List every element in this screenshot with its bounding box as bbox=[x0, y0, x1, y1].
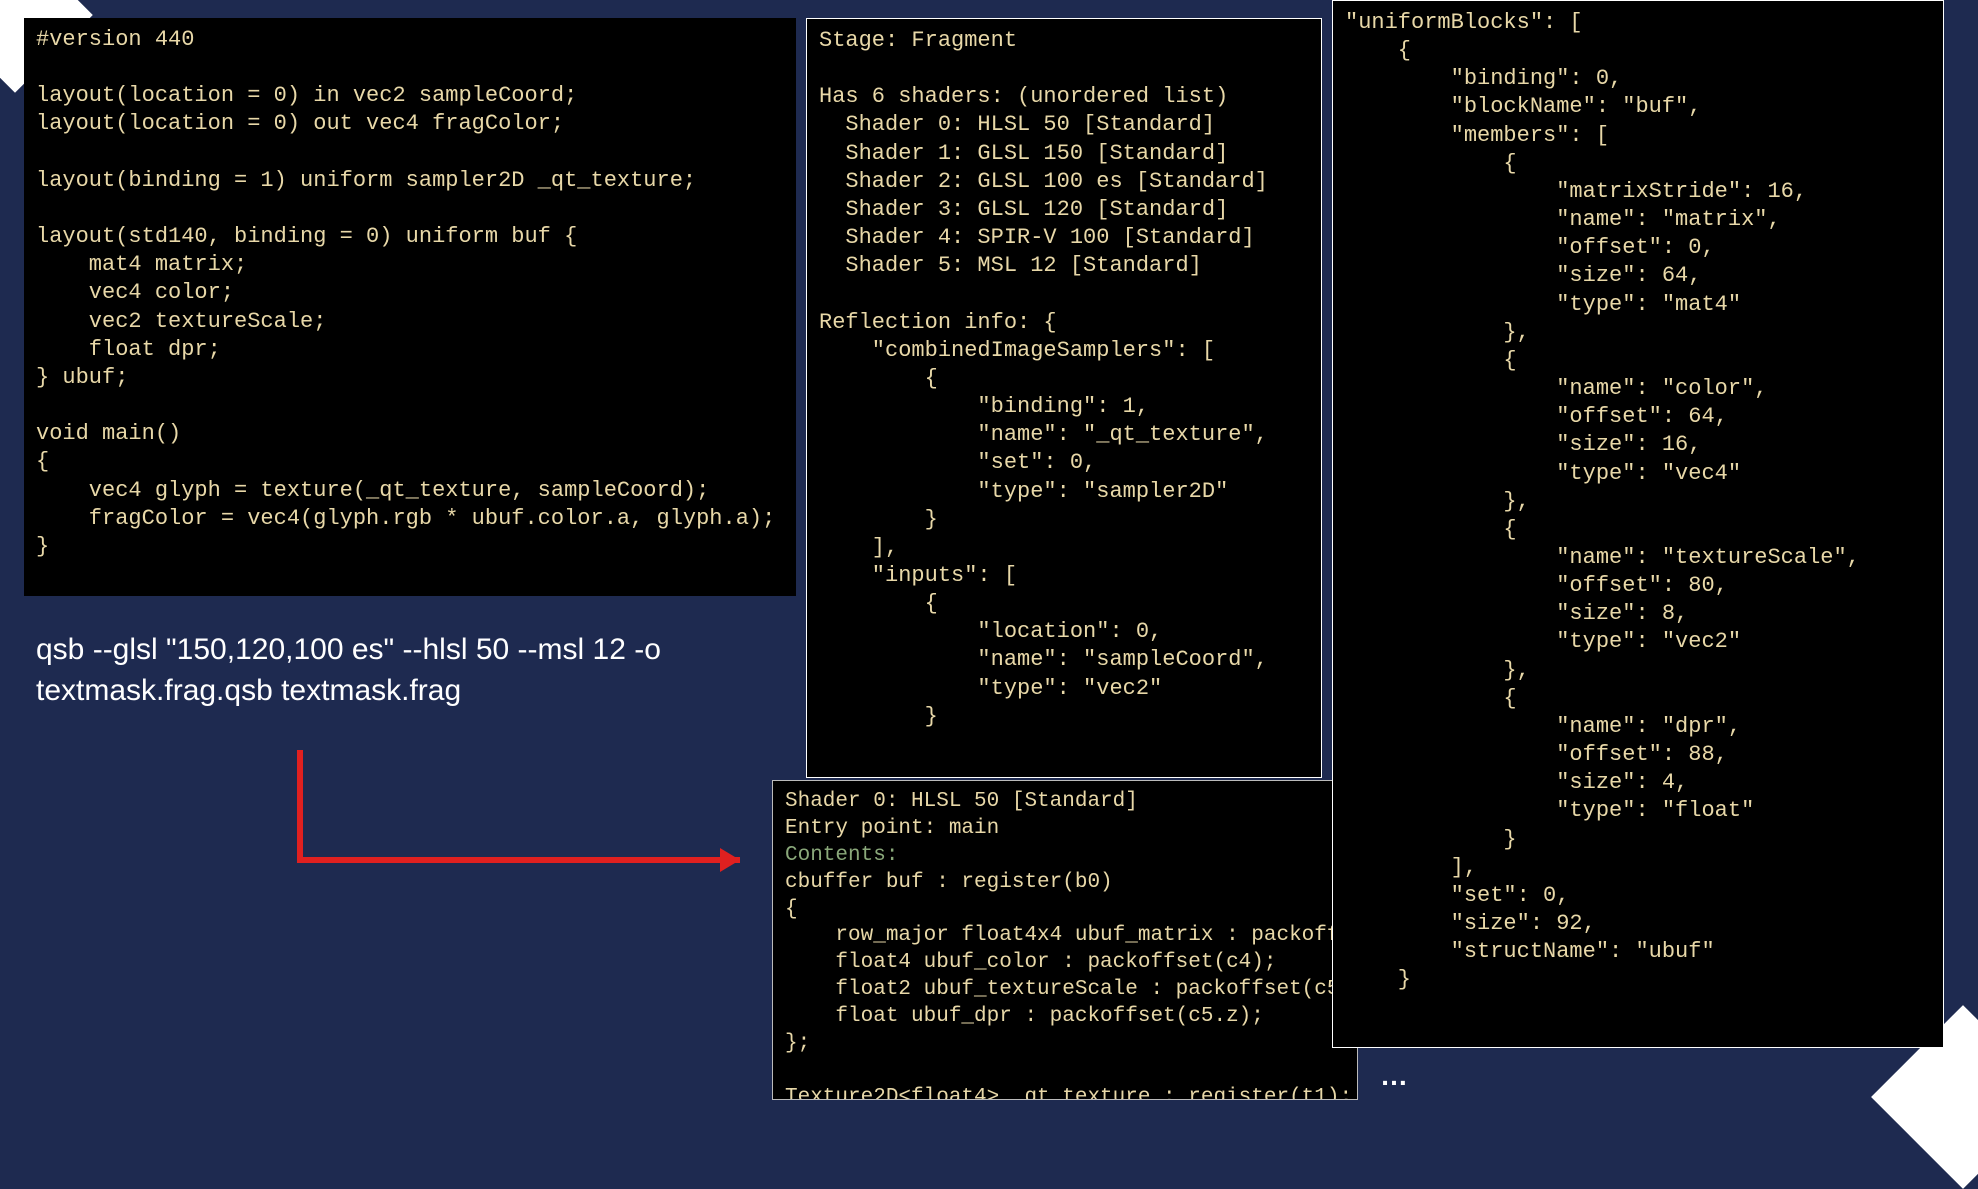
hlsl-output-box: Shader 0: HLSL 50 [Standard] Entry point… bbox=[772, 780, 1358, 1100]
hlsl-contents-label: Contents: bbox=[785, 844, 898, 867]
glsl-source-box: #version 440 layout(location = 0) in vec… bbox=[24, 18, 796, 596]
arrow-icon bbox=[290, 740, 770, 900]
stage-output-box: Stage: Fragment Has 6 shaders: (unordere… bbox=[806, 18, 1322, 778]
hlsl-header: Shader 0: HLSL 50 [Standard] Entry point… bbox=[785, 790, 1138, 840]
uniform-blocks-box: "uniformBlocks": [ { "binding": 0, "bloc… bbox=[1332, 0, 1944, 1048]
hlsl-body: cbuffer buf : register(b0) { row_major f… bbox=[785, 871, 1358, 1100]
qsb-command-text: qsb --glsl "150,120,100 es" --hlsl 50 --… bbox=[36, 630, 756, 711]
ellipsis-text: … bbox=[1380, 1060, 1408, 1092]
